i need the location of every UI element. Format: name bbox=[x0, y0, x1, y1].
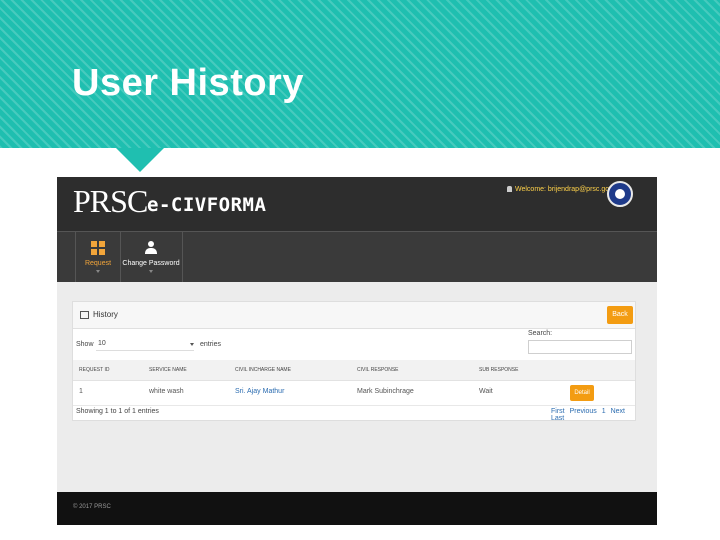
pagination: First Previous 1 Next Last bbox=[551, 408, 635, 422]
cell-service-name: white wash bbox=[149, 388, 184, 395]
column-header[interactable]: Service Name bbox=[149, 367, 187, 373]
caret-down-icon bbox=[149, 270, 153, 273]
logo-sub: e-CIVFORMA bbox=[147, 194, 267, 216]
column-header[interactable]: Request ID bbox=[79, 367, 109, 373]
footer-copyright: © 2017 PRSC bbox=[73, 504, 111, 510]
showing-info: Showing 1 to 1 of 1 entries bbox=[76, 408, 159, 415]
search-input[interactable] bbox=[528, 340, 632, 354]
table-row: 1 white wash Sri. Ajay Mathur Mark Subin… bbox=[73, 381, 635, 406]
search-label: Search: bbox=[528, 330, 553, 337]
cell-civil-incharge[interactable]: Sri. Ajay Mathur bbox=[235, 388, 284, 395]
pagination-next[interactable]: Next bbox=[611, 408, 625, 415]
emblem-logo bbox=[607, 181, 633, 207]
detail-button[interactable]: Detail bbox=[570, 385, 594, 401]
user-icon bbox=[145, 241, 157, 255]
pagination-first[interactable]: First bbox=[551, 408, 565, 415]
app-header: PRSC e-CIVFORMA Welcome: brijendrap@prsc… bbox=[57, 177, 657, 231]
cell-civil-response: Mark Subinchrage bbox=[357, 388, 414, 395]
column-header[interactable]: Civil Incharge Name bbox=[235, 367, 291, 373]
nav-item-label: Change Password bbox=[122, 260, 180, 267]
slide-banner: User History bbox=[0, 0, 720, 148]
nav-item-request[interactable]: Request bbox=[75, 232, 121, 282]
column-header[interactable]: SUB Response bbox=[479, 367, 518, 373]
panel-header: History Back bbox=[73, 302, 635, 329]
pagination-previous[interactable]: Previous bbox=[570, 408, 597, 415]
history-icon bbox=[80, 311, 89, 319]
entries-value: 10 bbox=[98, 340, 106, 347]
back-button[interactable]: Back bbox=[607, 306, 633, 324]
banner-pointer bbox=[116, 148, 164, 172]
column-header[interactable]: Civil Response bbox=[357, 367, 399, 373]
cell-request-id: 1 bbox=[79, 388, 83, 395]
nav-item-change-password[interactable]: Change Password bbox=[120, 232, 183, 282]
pagination-page[interactable]: 1 bbox=[602, 408, 606, 415]
navbar: Request Change Password bbox=[57, 231, 657, 282]
entries-label: entries bbox=[200, 341, 222, 348]
welcome-text: Welcome: brijendrap@prsc.gov.in bbox=[515, 186, 620, 193]
chevron-down-icon bbox=[190, 343, 194, 346]
history-table: Request ID Service Name Civil Incharge N… bbox=[73, 360, 635, 406]
history-panel: History Back Show 10 entries Search: Req… bbox=[72, 301, 636, 422]
app-footer: © 2017 PRSC bbox=[57, 492, 657, 525]
panel-title: History bbox=[93, 310, 118, 319]
app-window: PRSC e-CIVFORMA Welcome: brijendrap@prsc… bbox=[57, 177, 657, 525]
logo-main: PRSC bbox=[73, 183, 148, 219]
table-header: Request ID Service Name Civil Incharge N… bbox=[73, 360, 635, 381]
entries-select[interactable]: 10 bbox=[96, 338, 194, 351]
caret-down-icon bbox=[96, 270, 100, 273]
grid-icon bbox=[91, 241, 105, 255]
cell-sub-response: Wait bbox=[479, 388, 493, 395]
pagination-last[interactable]: Last bbox=[551, 415, 564, 422]
nav-item-label: Request bbox=[84, 260, 112, 267]
slide-title: User History bbox=[72, 62, 304, 104]
user-icon bbox=[507, 186, 512, 192]
show-label: Show bbox=[76, 341, 94, 348]
